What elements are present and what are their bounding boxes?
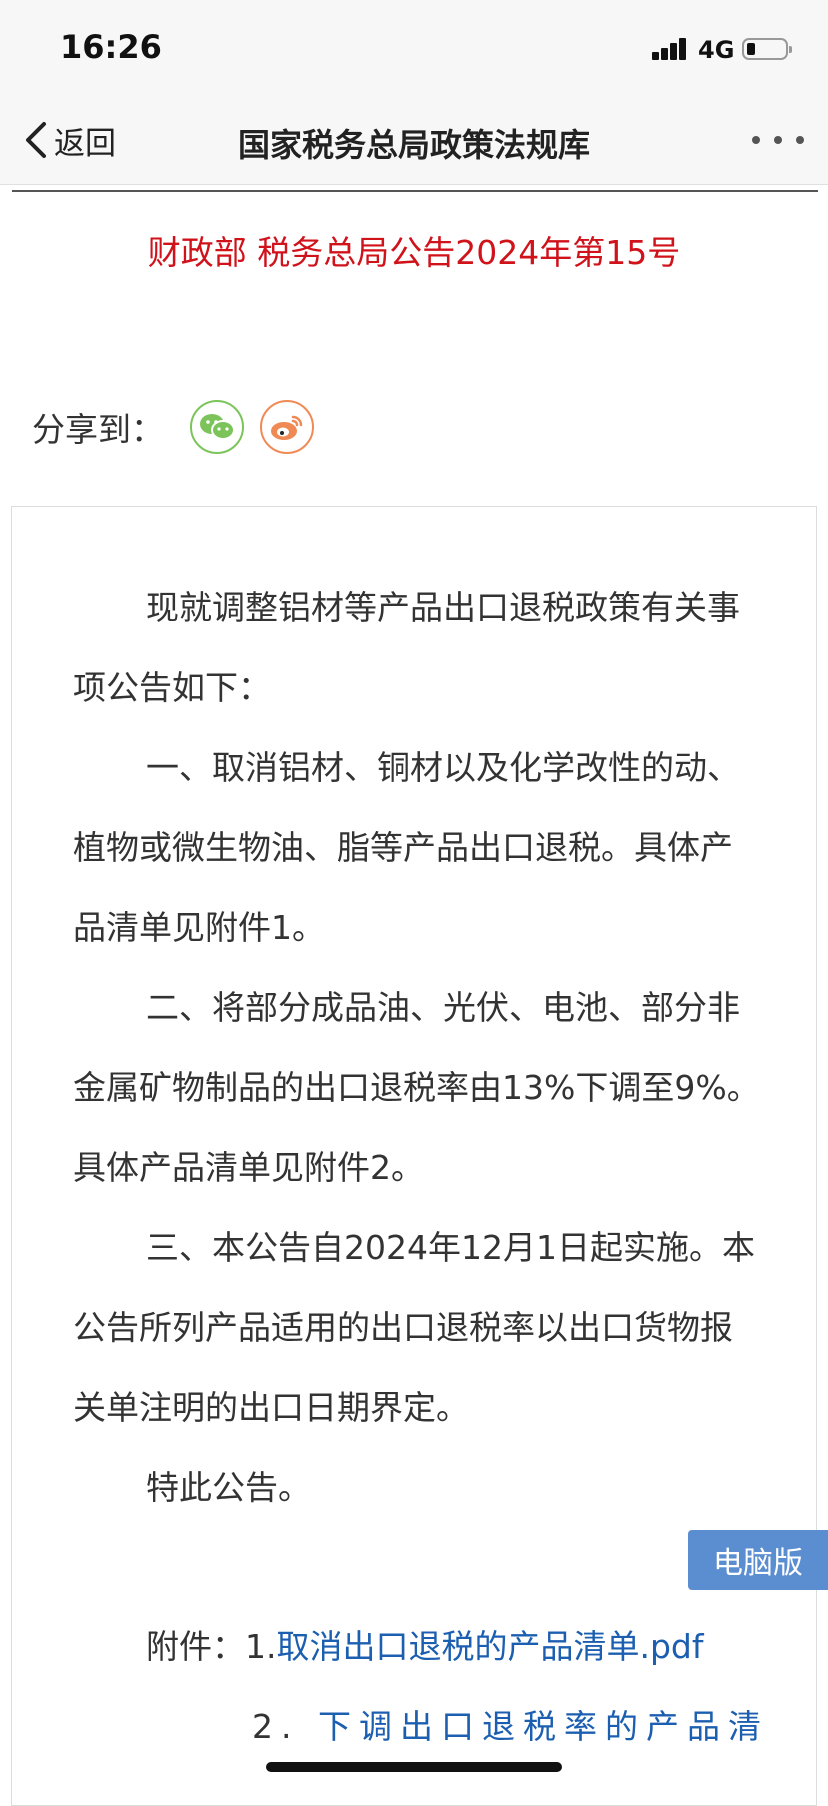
title-divider [12,190,818,192]
page-title: 国家税务总局政策法规库 [237,126,590,164]
more-icon[interactable] [752,136,804,148]
attachment-1-link[interactable]: 取消出口退税的产品清单.pdf [277,1627,704,1666]
share-bar: 分享到： [32,400,330,454]
attachment-1: 附件：1.取消出口退税的产品清单.pdf [146,1620,704,1668]
pc-version-button[interactable]: 电脑版 [688,1530,828,1590]
share-wechat-button[interactable] [190,400,244,454]
nav-bar: 返回 国家税务总局政策法规库 [0,96,828,185]
attachments-label: 附件： [146,1627,245,1666]
paragraph-item-1: 一、取消铝材、铜材以及化学改性的动、植物或微生物油、脂等产品出口退税。具体产品清… [73,748,740,947]
document-title: 财政部 税务总局公告2024年第15号 [147,233,681,272]
weibo-icon [271,415,303,440]
share-weibo-button[interactable] [260,400,314,454]
network-type: 4G [698,36,735,64]
attachment-2: 2. 下调出口退税率的产品清 [252,1700,769,1748]
attachment-2-number: 2. [252,1707,300,1746]
paragraph-closing: 特此公告。 [146,1468,311,1507]
share-label: 分享到： [32,410,164,449]
paragraph-item-3: 三、本公告自2024年12月1日起实施。本公告所列产品适用的出口退税率以出口货物… [73,1228,755,1427]
home-indicator [266,1762,562,1772]
paragraph-item-2: 二、将部分成品油、光伏、电池、部分非金属矿物制品的出口退税率由13%下调至9%。… [73,988,760,1187]
status-time: 16:26 [60,28,162,66]
status-bar: 16:26 4G [0,0,828,96]
attachment-1-number: 1. [245,1627,277,1666]
attachment-2-link[interactable]: 下调出口退税率的产品清 [318,1707,769,1746]
paragraph-intro: 现就调整铝材等产品出口退税政策有关事项公告如下： [73,588,740,707]
battery-icon [742,38,792,60]
signal-icon [652,38,688,60]
wechat-icon [200,414,235,440]
